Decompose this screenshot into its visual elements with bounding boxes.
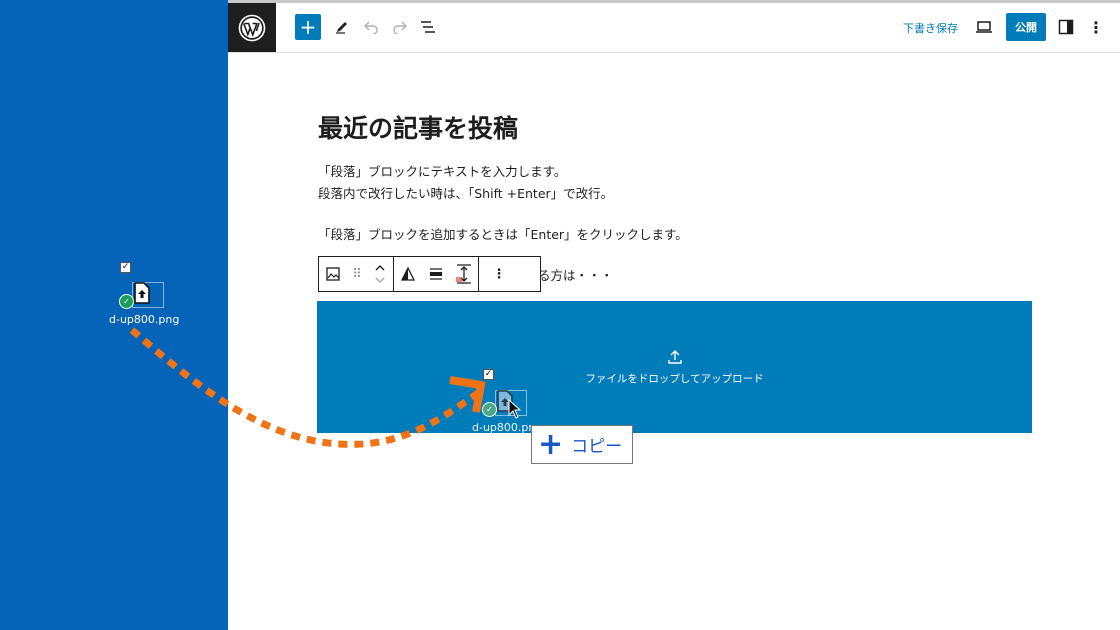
checkbox-icon: ✓ [483,369,494,380]
list-view-icon[interactable] [418,17,438,37]
redo-icon[interactable] [390,17,410,37]
drag-handle-icon[interactable]: ⠿ [347,257,367,291]
image-file-icon [134,282,150,304]
laptop-icon[interactable] [974,17,994,37]
block-options-icon[interactable]: ⋮ [479,257,519,291]
block-editor: + 下書き保存 公開 ⋮ 最近の記事を投稿 「段落」ブロックにテキストを入力しま… [228,0,1120,630]
publish-button[interactable]: 公開 [1006,13,1046,41]
copy-label: コピー [571,437,623,457]
file-drop-zone[interactable]: ファイルをドロップしてアップロード [317,301,1032,433]
block-toolbar: ⠿ ⋮ [318,256,541,292]
block-tools-group [394,257,479,291]
check-badge-icon: ✓ [119,294,134,309]
paragraph-block-partial[interactable]: る方は・・・ [538,265,613,284]
save-draft-button[interactable]: 下書き保存 [903,20,958,36]
options-group: ⋮ [479,257,519,291]
align-icon[interactable] [422,257,450,291]
drop-zone-label: ファイルをドロップしてアップロード [585,372,764,385]
check-badge-icon: ✓ [482,402,497,417]
paragraph-block[interactable]: 段落内で改行したい時は、「Shift +Enter」で改行。 [318,183,613,202]
mouse-cursor-icon [508,399,522,419]
wordpress-logo-icon[interactable] [228,3,276,52]
add-block-button[interactable]: + [295,14,321,40]
more-vertical-icon[interactable]: ⋮ [1086,17,1106,37]
desktop-file-name: d-up800.png [109,313,180,326]
image-block-icon[interactable] [319,257,347,291]
post-title[interactable]: 最近の記事を投稿 [318,109,518,145]
plus-icon: + [538,426,564,462]
paragraph-block[interactable]: 「段落」ブロックにテキストを入力します。 [318,161,566,180]
pencil-icon[interactable] [332,17,352,37]
sidebar-icon[interactable] [1056,17,1076,37]
drag-copy-tooltip: + コピー [531,425,633,464]
editor-toolbar: + 下書き保存 公開 ⋮ [228,3,1120,53]
checkbox-icon[interactable]: ✓ [120,262,131,273]
desktop-file[interactable]: ✓ ✓ d-up800.png [108,260,188,330]
move-up-down-icon[interactable] [367,257,393,291]
paragraph-block[interactable]: 「段落」ブロックを追加するときは「Enter」をクリックします。 [318,224,688,243]
upload-icon [667,349,682,364]
undo-icon[interactable] [361,17,381,37]
block-type-group: ⠿ [319,257,394,291]
plus-icon: + [299,15,317,39]
duotone-icon[interactable] [394,257,422,291]
height-adjust-icon[interactable] [450,257,478,291]
